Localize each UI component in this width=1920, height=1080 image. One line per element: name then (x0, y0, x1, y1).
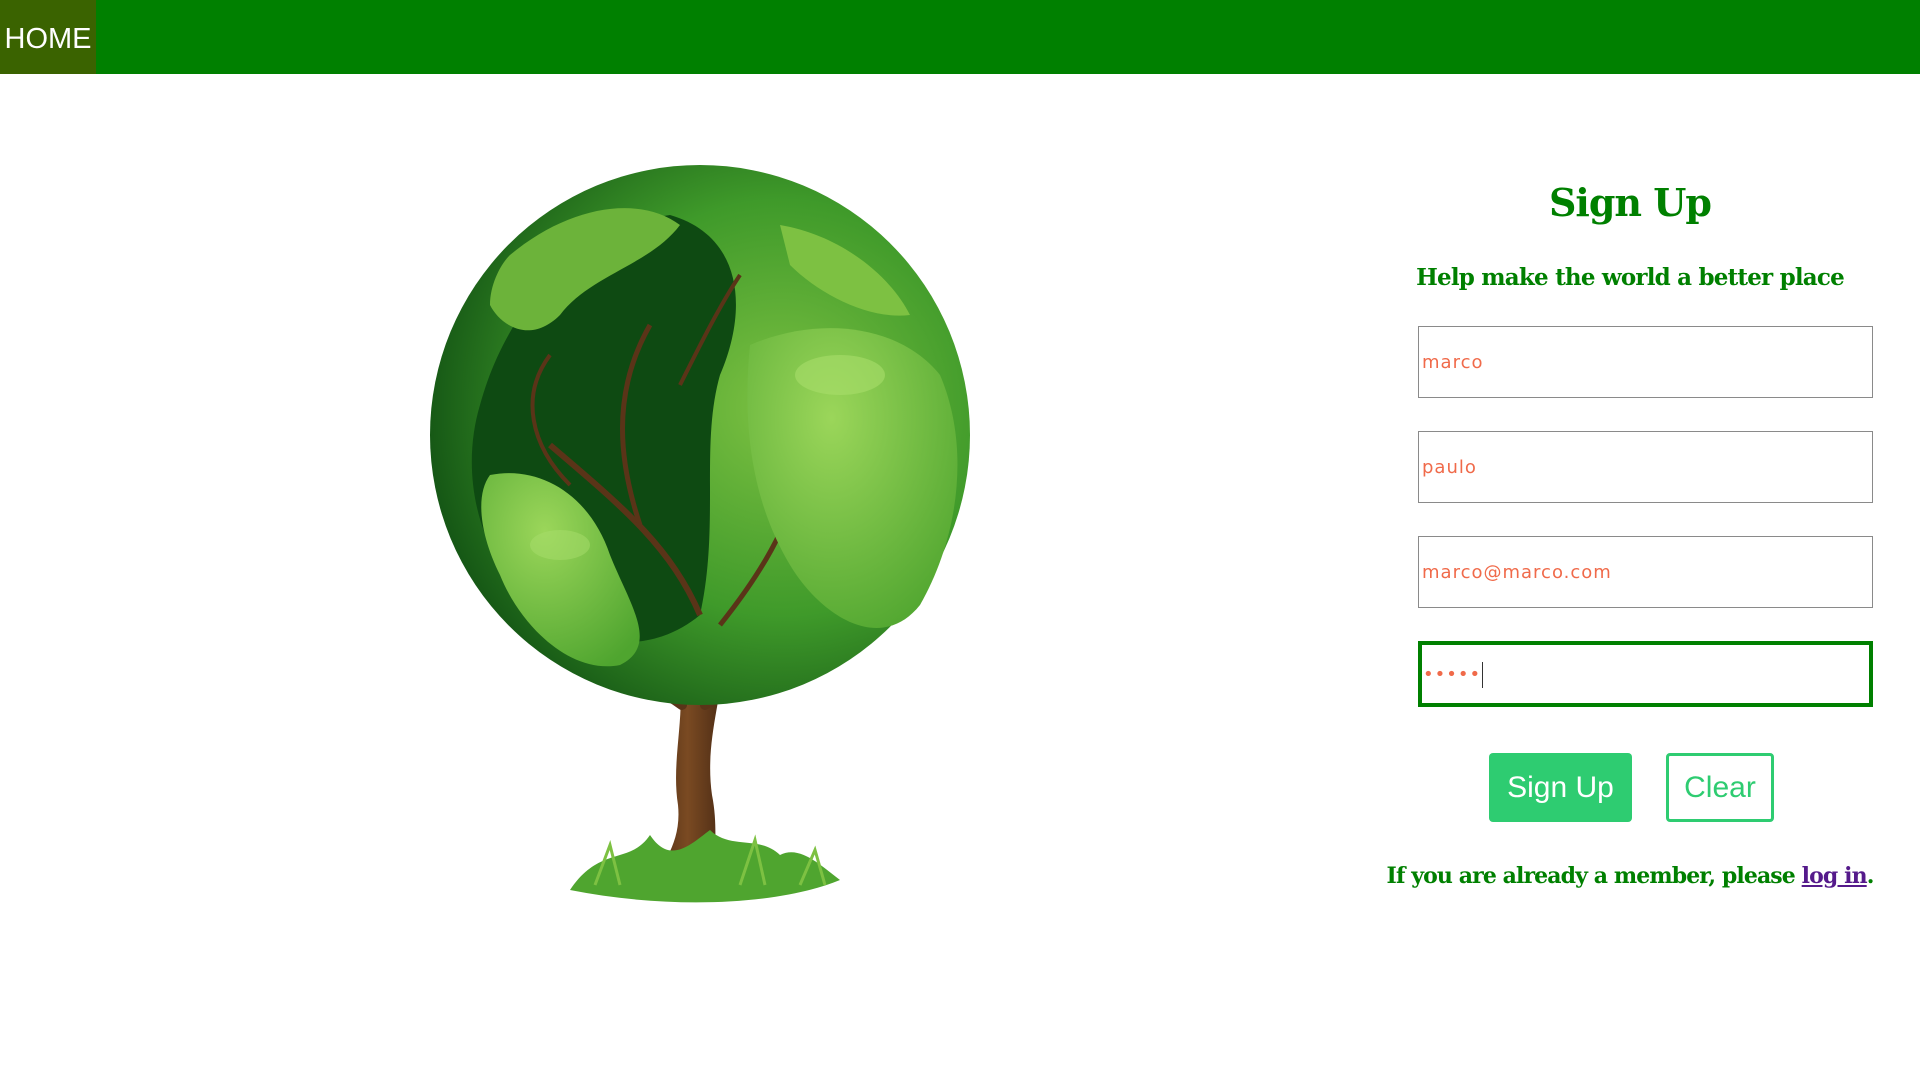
home-nav-link[interactable]: HOME (0, 0, 96, 74)
password-input[interactable] (1418, 641, 1873, 707)
signup-subtitle: Help make the world a better place (1416, 264, 1845, 291)
signup-title: Sign Up (1548, 180, 1712, 225)
email-input[interactable] (1418, 536, 1873, 608)
login-link[interactable]: log in (1802, 863, 1868, 889)
login-prompt-suffix: . (1866, 863, 1875, 889)
first-name-input[interactable] (1418, 326, 1873, 398)
tree-globe-icon (430, 165, 970, 903)
top-navbar: HOME (0, 0, 1920, 74)
signup-button[interactable]: Sign Up (1489, 753, 1632, 822)
login-prompt: If you are already a member, please log … (1380, 863, 1880, 889)
last-name-input[interactable] (1418, 431, 1873, 503)
text-caret (1482, 662, 1483, 688)
signup-form: Sign Up Help make the world a better pla… (1380, 180, 1880, 900)
login-prompt-prefix: If you are already a member, please (1386, 863, 1802, 889)
clear-button[interactable]: Clear (1666, 753, 1774, 822)
tree-globe-illustration (420, 145, 990, 915)
